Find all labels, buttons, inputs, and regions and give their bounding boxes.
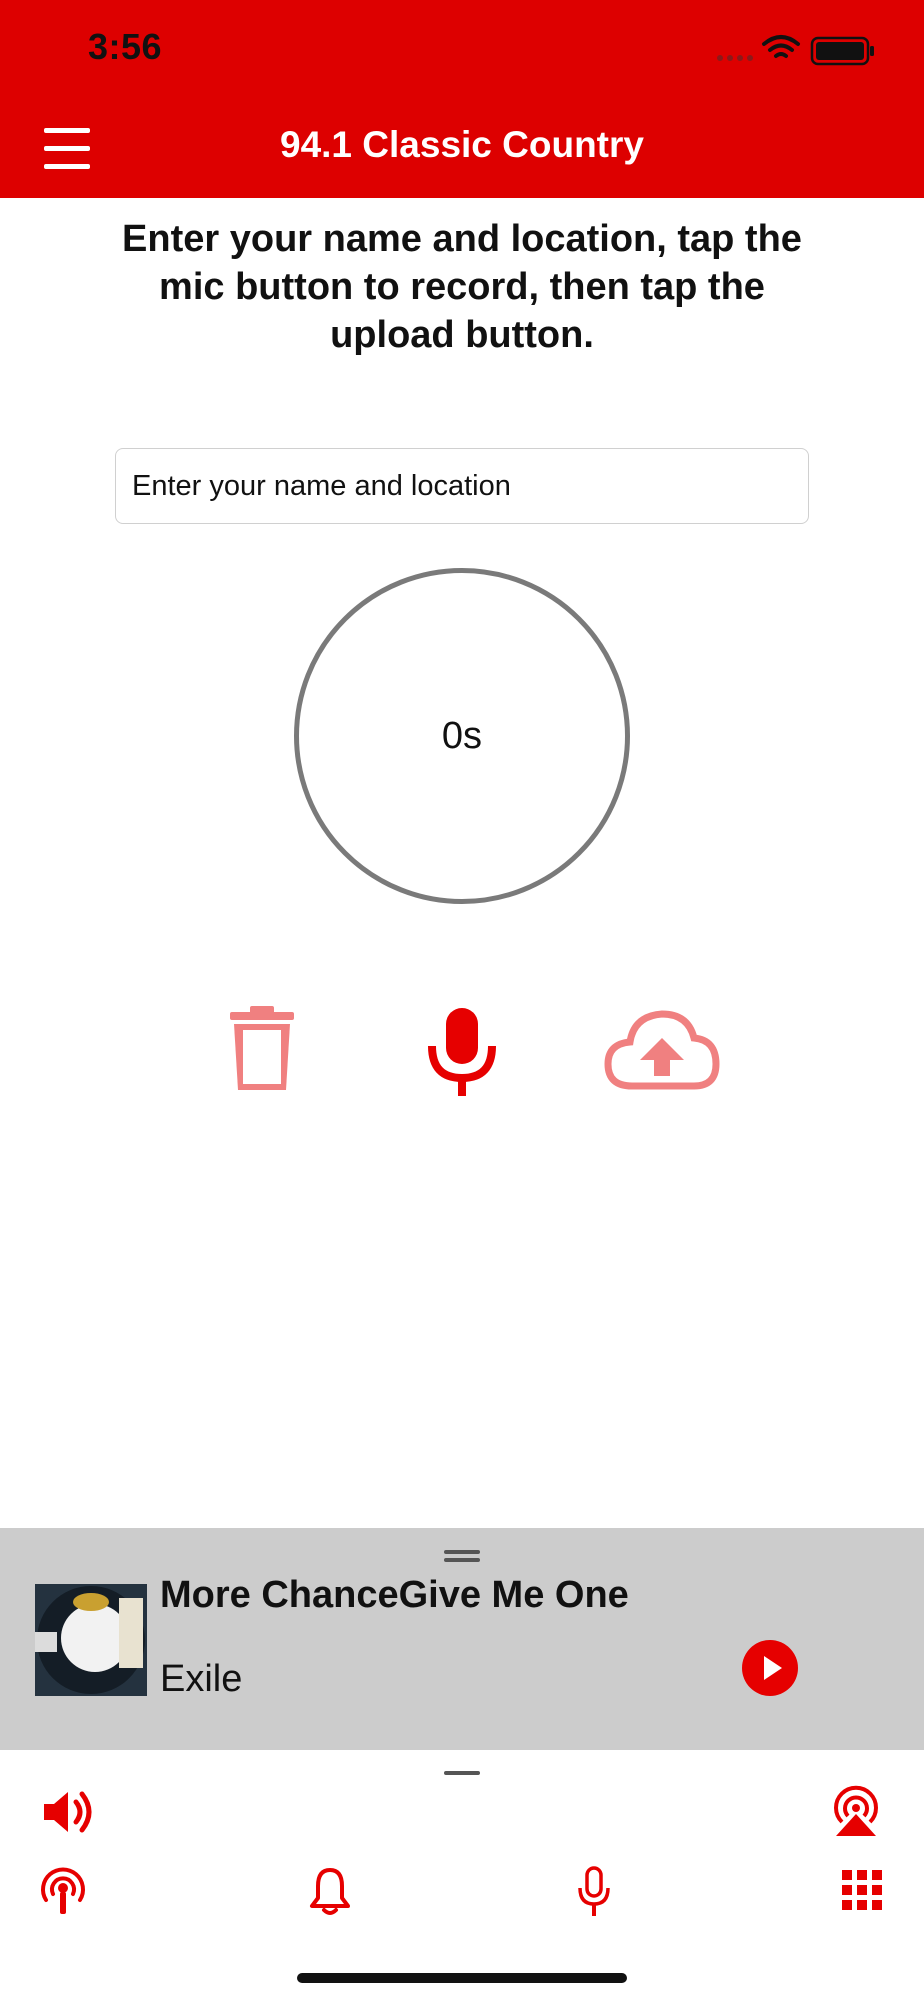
status-bar: 3:56 [0, 0, 924, 100]
instructions-text: Enter your name and location, tap the mi… [122, 218, 802, 356]
tab-radio[interactable] [38, 1866, 88, 1916]
delete-button[interactable] [226, 1006, 298, 1092]
play-icon [742, 1640, 798, 1696]
name-location-input[interactable] [115, 448, 809, 524]
podcast-icon [41, 1867, 85, 1914]
now-playing-bar[interactable]: More ChanceGive Me One Exile [0, 1528, 924, 1750]
bell-icon [310, 1868, 350, 1915]
tab-record[interactable] [576, 1866, 612, 1918]
cellular-signal-icon [717, 55, 753, 61]
microphone-icon [578, 1866, 610, 1916]
cloud-upload-icon [604, 1010, 720, 1090]
tab-notifications[interactable] [308, 1866, 352, 1916]
grid-icon [842, 1870, 882, 1910]
airplay-button[interactable] [828, 1784, 884, 1838]
controls-drag-handle[interactable] [444, 1771, 480, 1775]
record-button[interactable] [424, 1006, 500, 1098]
timer-label: 0s [441, 715, 483, 757]
airplay-icon [834, 1785, 878, 1836]
play-button[interactable] [742, 1640, 798, 1696]
tab-more[interactable] [842, 1870, 882, 1910]
status-time: 3:56 [88, 26, 163, 67]
volume-icon [44, 1791, 92, 1833]
track-artist: Exile [160, 1658, 243, 1700]
volume-button[interactable] [40, 1786, 96, 1838]
track-title: More ChanceGive Me One [160, 1574, 629, 1616]
home-indicator[interactable] [297, 1973, 627, 1983]
app-header: 94.1 Classic Country [0, 100, 924, 198]
microphone-icon [428, 1008, 496, 1096]
record-timer: 0s [294, 568, 630, 904]
upload-button[interactable] [604, 1008, 720, 1090]
trash-icon [230, 1006, 294, 1090]
status-icons [714, 30, 884, 70]
page-title: 94.1 Classic Country [280, 124, 644, 165]
wifi-icon [762, 35, 800, 58]
battery-icon [810, 36, 874, 66]
album-art [35, 1584, 147, 1696]
